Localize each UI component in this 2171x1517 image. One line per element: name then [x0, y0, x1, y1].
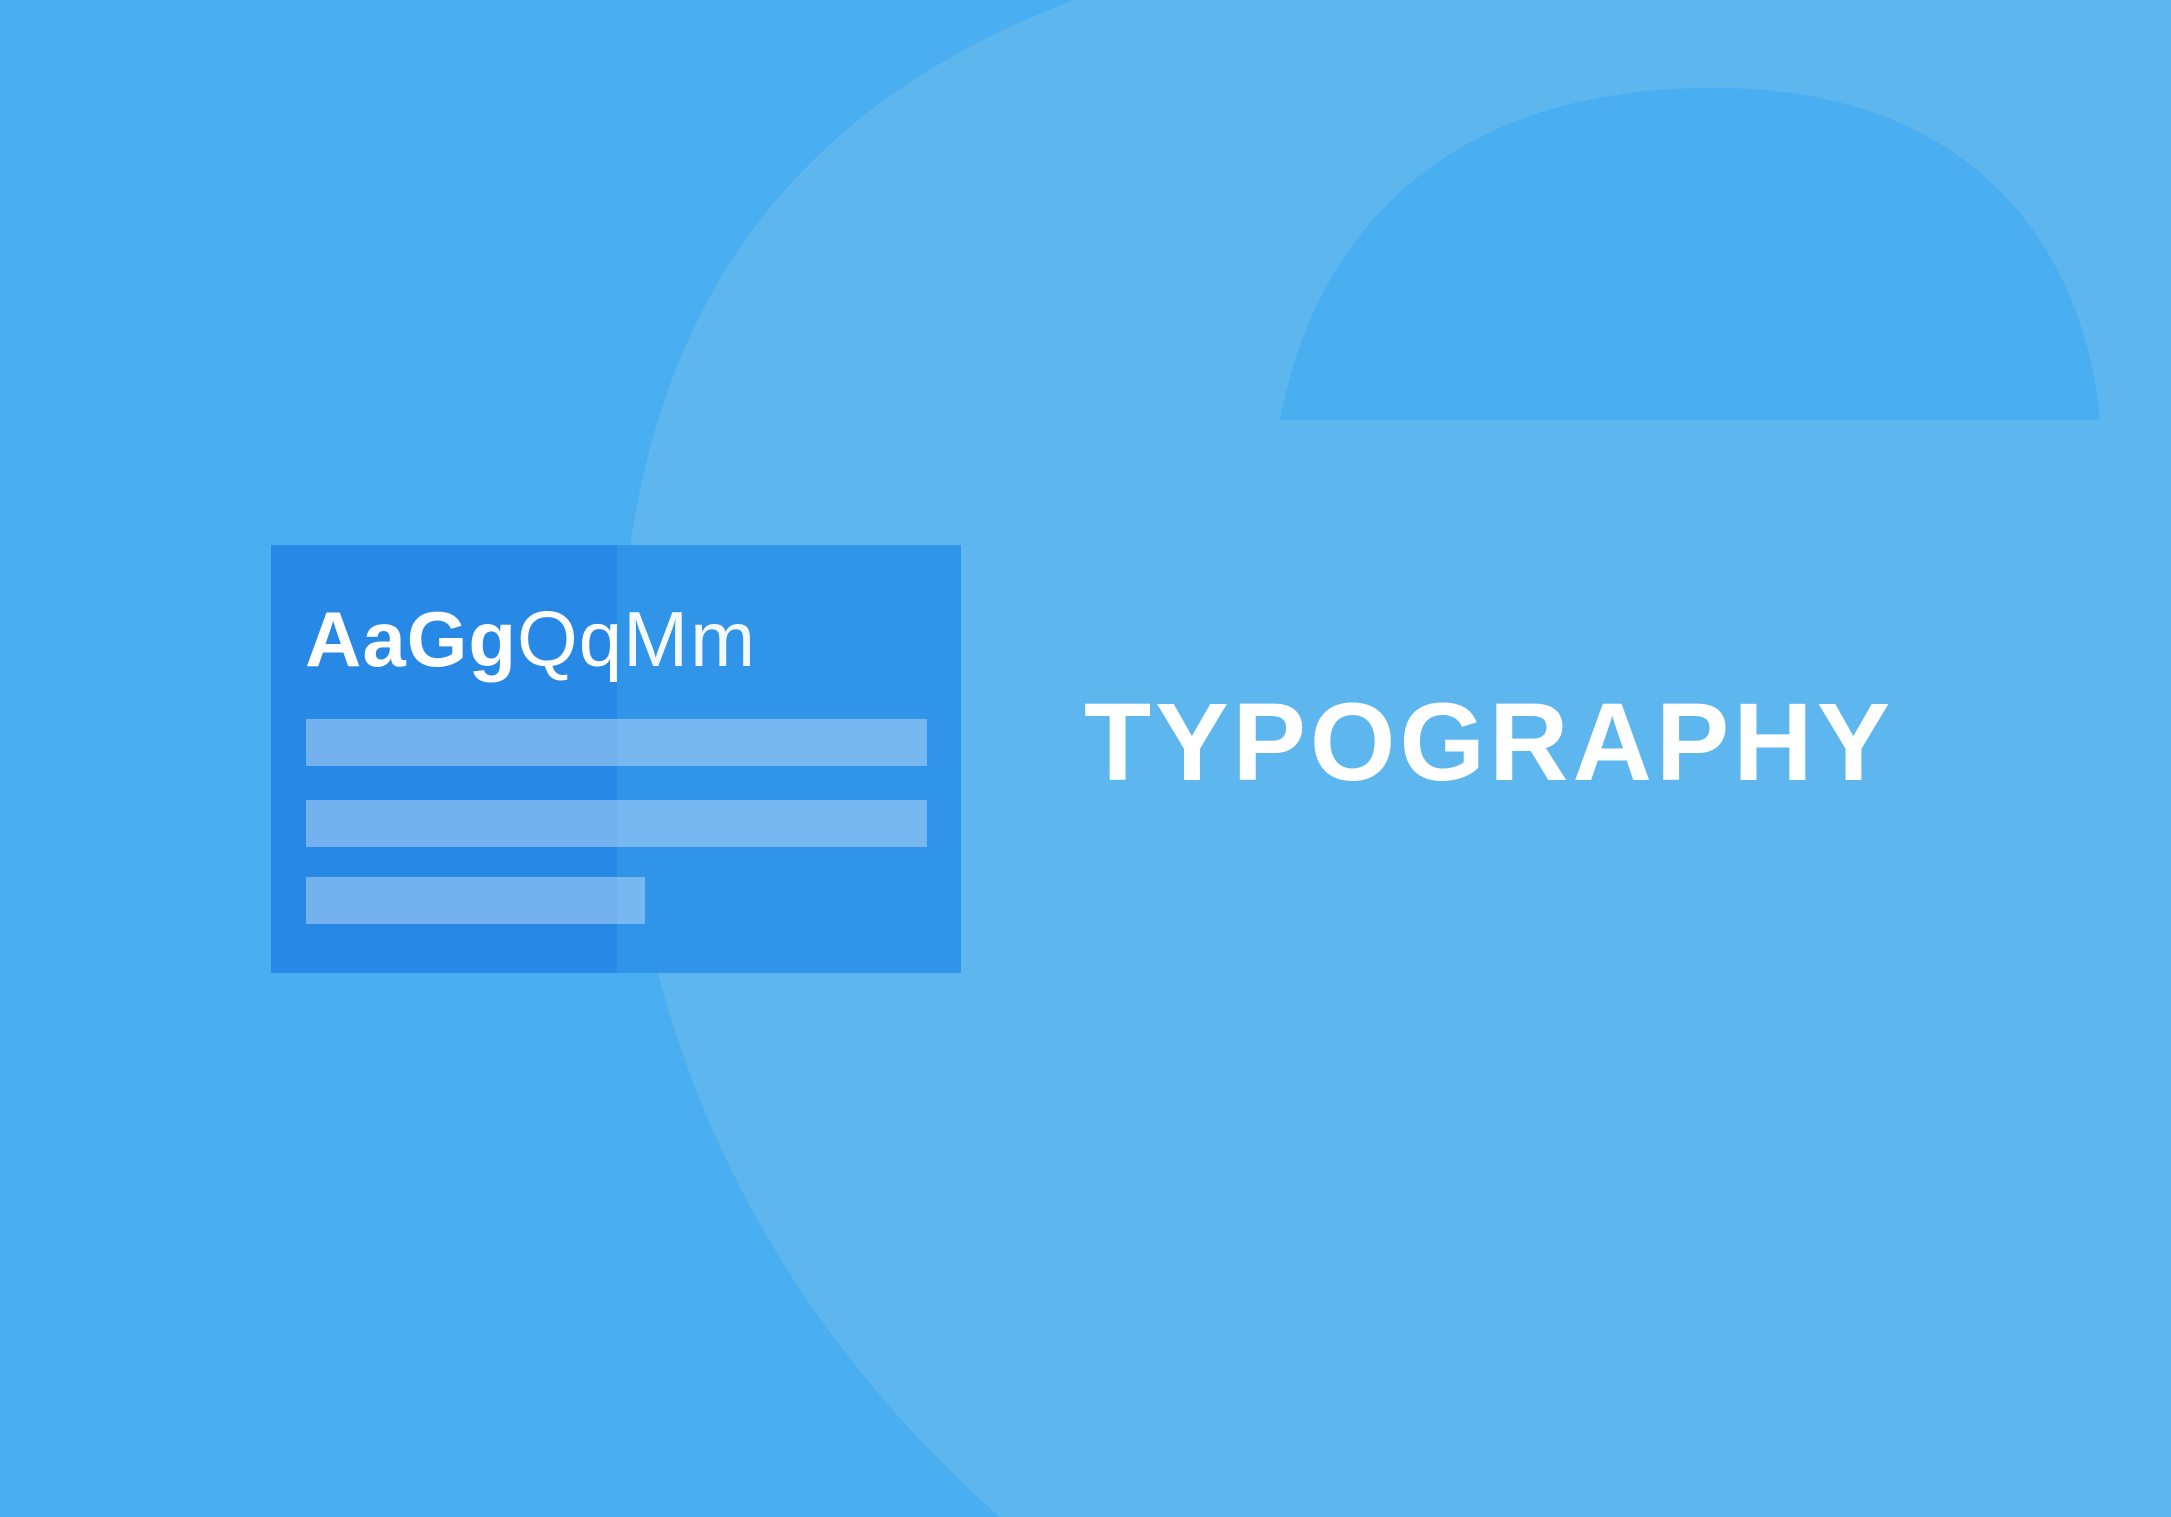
headline: TYPOGRAPHY: [1084, 681, 1895, 804]
specimen-regular-glyphs: Qq: [517, 595, 624, 683]
placeholder-text-line: [306, 719, 927, 766]
type-specimen-card: AaGgQqMm: [271, 545, 961, 973]
specimen-light-glyphs: Mm: [623, 595, 758, 683]
placeholder-text-line: [306, 800, 927, 847]
specimen-bold-glyphs: AaGg: [305, 595, 518, 683]
typography-graphic: AaGgQqMm TYPOGRAPHY: [0, 0, 2171, 1517]
placeholder-text-line-short: [306, 877, 645, 924]
glyph-specimen: AaGgQqMm: [305, 600, 757, 678]
